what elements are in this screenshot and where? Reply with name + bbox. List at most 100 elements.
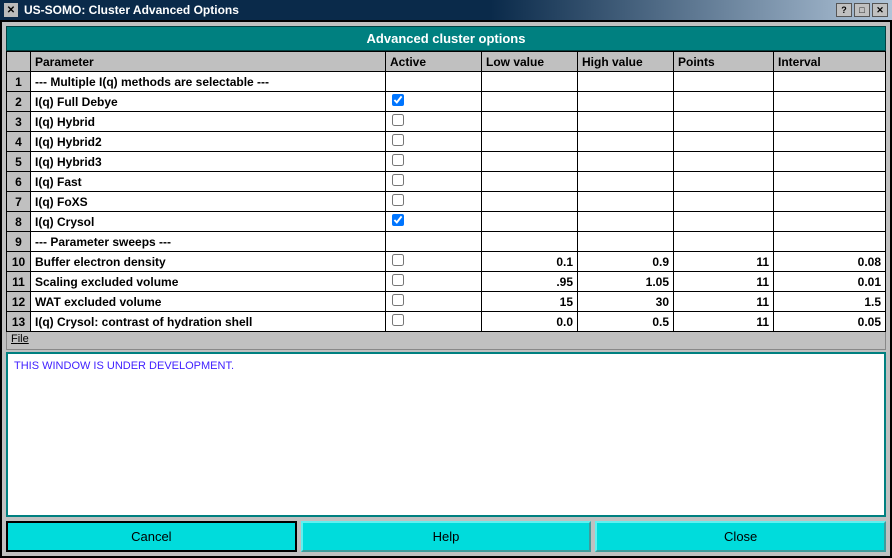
table-row[interactable]: 3I(q) Hybrid: [7, 112, 886, 132]
menu-bar[interactable]: File: [6, 332, 886, 350]
interval-cell[interactable]: [774, 232, 886, 252]
active-cell[interactable]: [386, 172, 482, 192]
active-cell[interactable]: [386, 312, 482, 332]
close-button[interactable]: Close: [595, 521, 886, 552]
interval-cell[interactable]: [774, 92, 886, 112]
file-menu[interactable]: File: [11, 333, 29, 345]
high-cell[interactable]: [578, 112, 674, 132]
active-checkbox[interactable]: [392, 154, 404, 166]
help-button[interactable]: Help: [301, 521, 592, 552]
interval-cell[interactable]: [774, 172, 886, 192]
table-row[interactable]: 12WAT excluded volume1530111.5: [7, 292, 886, 312]
points-cell[interactable]: 11: [674, 252, 774, 272]
active-cell[interactable]: [386, 232, 482, 252]
active-checkbox[interactable]: [392, 294, 404, 306]
param-cell[interactable]: Scaling excluded volume: [31, 272, 386, 292]
active-checkbox[interactable]: [392, 114, 404, 126]
low-cell[interactable]: 0.0: [482, 312, 578, 332]
high-cell[interactable]: [578, 232, 674, 252]
points-cell[interactable]: [674, 112, 774, 132]
active-checkbox[interactable]: [392, 134, 404, 146]
points-cell[interactable]: [674, 192, 774, 212]
points-cell[interactable]: [674, 172, 774, 192]
param-cell[interactable]: I(q) Hybrid2: [31, 132, 386, 152]
active-checkbox[interactable]: [392, 194, 404, 206]
high-cell[interactable]: [578, 152, 674, 172]
low-cell[interactable]: [482, 112, 578, 132]
active-checkbox[interactable]: [392, 214, 404, 226]
col-header-low[interactable]: Low value: [482, 52, 578, 72]
points-cell[interactable]: 11: [674, 292, 774, 312]
high-cell[interactable]: [578, 192, 674, 212]
low-cell[interactable]: [482, 92, 578, 112]
points-cell[interactable]: [674, 212, 774, 232]
active-checkbox[interactable]: [392, 94, 404, 106]
active-cell[interactable]: [386, 132, 482, 152]
param-cell[interactable]: WAT excluded volume: [31, 292, 386, 312]
points-cell[interactable]: [674, 92, 774, 112]
table-row[interactable]: 9--- Parameter sweeps ---: [7, 232, 886, 252]
active-cell[interactable]: [386, 252, 482, 272]
param-cell[interactable]: I(q) Hybrid: [31, 112, 386, 132]
low-cell[interactable]: [482, 192, 578, 212]
maximize-window-button[interactable]: □: [854, 3, 870, 17]
interval-cell[interactable]: 0.01: [774, 272, 886, 292]
low-cell[interactable]: [482, 132, 578, 152]
low-cell[interactable]: [482, 72, 578, 92]
interval-cell[interactable]: [774, 112, 886, 132]
active-cell[interactable]: [386, 192, 482, 212]
high-cell[interactable]: 0.5: [578, 312, 674, 332]
high-cell[interactable]: 1.05: [578, 272, 674, 292]
col-header-active[interactable]: Active: [386, 52, 482, 72]
cancel-button[interactable]: Cancel: [6, 521, 297, 552]
param-cell[interactable]: --- Multiple I(q) methods are selectable…: [31, 72, 386, 92]
interval-cell[interactable]: [774, 152, 886, 172]
active-cell[interactable]: [386, 112, 482, 132]
param-cell[interactable]: I(q) Full Debye: [31, 92, 386, 112]
active-cell[interactable]: [386, 92, 482, 112]
col-header-interval[interactable]: Interval: [774, 52, 886, 72]
high-cell[interactable]: [578, 212, 674, 232]
titlebar[interactable]: ✕ US-SOMO: Cluster Advanced Options ? □ …: [0, 0, 892, 20]
high-cell[interactable]: [578, 132, 674, 152]
interval-cell[interactable]: 0.08: [774, 252, 886, 272]
close-window-button[interactable]: ✕: [872, 3, 888, 17]
param-cell[interactable]: I(q) Crysol: [31, 212, 386, 232]
param-cell[interactable]: --- Parameter sweeps ---: [31, 232, 386, 252]
points-cell[interactable]: [674, 72, 774, 92]
high-cell[interactable]: 30: [578, 292, 674, 312]
active-cell[interactable]: [386, 292, 482, 312]
active-cell[interactable]: [386, 212, 482, 232]
col-header-parameter[interactable]: Parameter: [31, 52, 386, 72]
active-cell[interactable]: [386, 72, 482, 92]
active-cell[interactable]: [386, 272, 482, 292]
table-row[interactable]: 11Scaling excluded volume.951.05110.01: [7, 272, 886, 292]
active-checkbox[interactable]: [392, 254, 404, 266]
table-row[interactable]: 13I(q) Crysol: contrast of hydration she…: [7, 312, 886, 332]
interval-cell[interactable]: [774, 192, 886, 212]
active-checkbox[interactable]: [392, 274, 404, 286]
col-header-points[interactable]: Points: [674, 52, 774, 72]
table-row[interactable]: 8I(q) Crysol: [7, 212, 886, 232]
active-cell[interactable]: [386, 152, 482, 172]
col-header-high[interactable]: High value: [578, 52, 674, 72]
points-cell[interactable]: [674, 152, 774, 172]
low-cell[interactable]: 0.1: [482, 252, 578, 272]
table-row[interactable]: 10Buffer electron density0.10.9110.08: [7, 252, 886, 272]
high-cell[interactable]: [578, 72, 674, 92]
help-window-button[interactable]: ?: [836, 3, 852, 17]
interval-cell[interactable]: [774, 72, 886, 92]
table-row[interactable]: 1--- Multiple I(q) methods are selectabl…: [7, 72, 886, 92]
low-cell[interactable]: [482, 152, 578, 172]
param-cell[interactable]: I(q) Fast: [31, 172, 386, 192]
active-checkbox[interactable]: [392, 314, 404, 326]
low-cell[interactable]: [482, 212, 578, 232]
table-row[interactable]: 2I(q) Full Debye: [7, 92, 886, 112]
interval-cell[interactable]: [774, 132, 886, 152]
high-cell[interactable]: [578, 92, 674, 112]
param-cell[interactable]: I(q) Crysol: contrast of hydration shell: [31, 312, 386, 332]
low-cell[interactable]: 15: [482, 292, 578, 312]
param-cell[interactable]: I(q) FoXS: [31, 192, 386, 212]
param-cell[interactable]: Buffer electron density: [31, 252, 386, 272]
table-row[interactable]: 5I(q) Hybrid3: [7, 152, 886, 172]
